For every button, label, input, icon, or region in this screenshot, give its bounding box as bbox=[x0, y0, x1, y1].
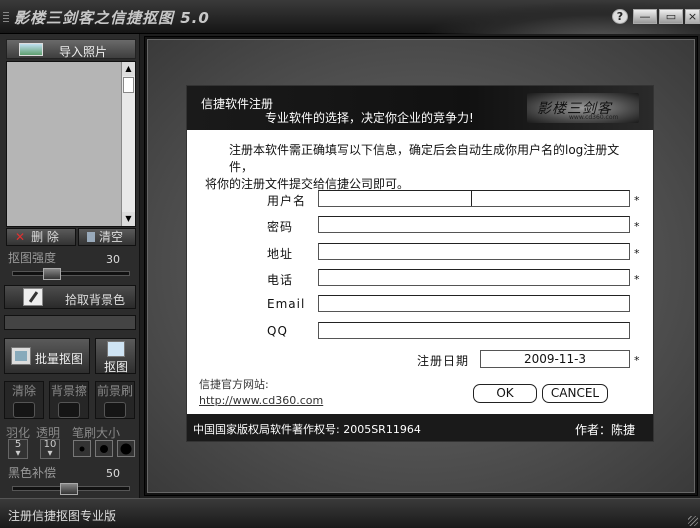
brush-small-button[interactable] bbox=[73, 440, 91, 457]
help-button[interactable]: ? bbox=[612, 9, 628, 24]
official-site-link[interactable]: http://www.cd360.com bbox=[199, 394, 323, 407]
dialog-footer: 中国国家版权局软件著作权号: 2005SR11964 作者：陈捷 bbox=[187, 414, 653, 441]
address-required: * bbox=[634, 247, 640, 260]
registration-dialog: 信捷软件注册 专业软件的选择，决定你企业的竞争力! 影楼三剑客 www.cd36… bbox=[186, 85, 654, 442]
foreground-brush-tool[interactable]: 前景刷 bbox=[95, 381, 135, 419]
brush-icon bbox=[104, 402, 126, 418]
pick-background-color-button[interactable]: 拾取背景色 bbox=[4, 285, 136, 309]
title-bar[interactable]: 影楼三剑客之信捷抠图 5.0 ? — ▭ × bbox=[0, 0, 700, 34]
registration-date-input[interactable]: 2009-11-3 bbox=[480, 350, 630, 368]
brush-medium-button[interactable] bbox=[95, 440, 113, 457]
phone-label: 电话 bbox=[267, 273, 294, 287]
cutout-label: 抠图 bbox=[104, 360, 129, 374]
strength-value: 30 bbox=[106, 253, 120, 266]
phone-input[interactable] bbox=[318, 269, 630, 286]
brush-large-button[interactable] bbox=[117, 440, 135, 457]
intro-line-1: 注册本软件需正确填写以下信息，确定后会自动生成你用户名的log注册文件， bbox=[229, 143, 620, 174]
strength-label: 抠图强度 bbox=[8, 251, 57, 265]
official-site-label: 信捷官方网站: bbox=[199, 378, 269, 391]
username-required: * bbox=[634, 194, 640, 207]
pick-background-label: 拾取背景色 bbox=[65, 293, 126, 307]
registration-date-label: 注册日期 bbox=[417, 354, 470, 368]
feather-stepper[interactable]: 5 ▾ bbox=[8, 439, 28, 459]
scroll-down-icon[interactable]: ▼ bbox=[122, 212, 135, 226]
import-photos-label: 导入照片 bbox=[59, 45, 108, 59]
password-required: * bbox=[634, 220, 640, 233]
strength-slider[interactable] bbox=[12, 268, 130, 280]
clear-label: 清空 bbox=[99, 230, 124, 244]
bg-eraser-icon bbox=[58, 402, 80, 418]
transparency-value: 10 bbox=[43, 439, 57, 450]
cutout-icon bbox=[107, 341, 125, 357]
brush-size-label: 笔刷大小 bbox=[72, 426, 121, 440]
eyedropper-icon bbox=[23, 288, 43, 306]
delete-icon: ✕ bbox=[15, 230, 26, 244]
minimize-button[interactable]: — bbox=[633, 9, 657, 24]
qq-label: QQ bbox=[267, 324, 288, 338]
erase-tool[interactable]: 清除 bbox=[4, 381, 44, 419]
author-text: 作者：陈捷 bbox=[575, 423, 636, 437]
dialog-slogan: 专业软件的选择，决定你企业的竞争力! bbox=[265, 111, 474, 125]
background-eraser-label: 背景擦 bbox=[50, 384, 87, 398]
batch-cutout-button[interactable]: 批量抠图 bbox=[4, 338, 90, 374]
password-label: 密码 bbox=[267, 220, 294, 234]
trash-icon bbox=[87, 232, 95, 242]
strength-slider-knob[interactable] bbox=[43, 268, 61, 280]
app-title: 影楼三剑客之信捷抠图 5.0 bbox=[14, 9, 210, 27]
dialog-title: 信捷软件注册 bbox=[201, 97, 274, 111]
status-bar: 注册信捷抠图专业版 bbox=[0, 498, 700, 528]
photo-icon bbox=[19, 43, 43, 56]
logo-url: www.cd360.com bbox=[569, 114, 619, 121]
feather-value: 5 bbox=[14, 439, 22, 450]
erase-tool-label: 清除 bbox=[11, 384, 36, 398]
resize-grip-icon[interactable] bbox=[688, 516, 698, 526]
eraser-icon bbox=[13, 402, 35, 418]
black-compensation-value: 50 bbox=[106, 467, 120, 480]
close-button[interactable]: × bbox=[685, 9, 700, 24]
photo-list[interactable]: ▲ ▼ bbox=[6, 61, 136, 227]
black-compensation-label: 黑色补偿 bbox=[8, 466, 57, 480]
black-compensation-knob[interactable] bbox=[60, 483, 78, 495]
foreground-brush-label: 前景刷 bbox=[96, 384, 133, 398]
qq-input[interactable] bbox=[318, 322, 630, 339]
dialog-intro: 注册本软件需正确填写以下信息，确定后会自动生成你用户名的log注册文件， 将你的… bbox=[203, 142, 643, 193]
scroll-thumb[interactable] bbox=[123, 77, 134, 93]
transparency-stepper[interactable]: 10 ▾ bbox=[40, 439, 60, 459]
email-label: Email bbox=[267, 297, 306, 311]
brand-logo: 影楼三剑客 www.cd360.com bbox=[527, 93, 639, 123]
batch-icon bbox=[11, 347, 31, 365]
status-text: 注册信捷抠图专业版 bbox=[8, 509, 117, 523]
username-input[interactable] bbox=[318, 190, 630, 207]
address-input[interactable] bbox=[318, 243, 630, 260]
address-label: 地址 bbox=[267, 247, 294, 261]
delete-button[interactable]: ✕ 删 除 bbox=[6, 228, 76, 246]
username-label: 用户名 bbox=[267, 194, 307, 208]
background-color-swatch bbox=[4, 315, 136, 330]
registration-date-required: * bbox=[634, 354, 640, 367]
cutout-button[interactable]: 抠图 bbox=[95, 338, 136, 374]
left-panel: 导入照片 ▲ ▼ ✕ 删 除 清空 抠图强度 30 拾取背景色 批量抠图 抠图 清… bbox=[0, 34, 140, 498]
copyright-text: 中国国家版权局软件著作权号: 2005SR11964 bbox=[193, 423, 421, 436]
grip-icon bbox=[3, 12, 9, 22]
background-eraser-tool[interactable]: 背景擦 bbox=[49, 381, 89, 419]
ok-button[interactable]: OK bbox=[473, 384, 537, 403]
photo-list-scrollbar[interactable]: ▲ ▼ bbox=[121, 62, 135, 226]
title-decoration bbox=[420, 0, 700, 34]
batch-cutout-label: 批量抠图 bbox=[35, 352, 84, 366]
maximize-button[interactable]: ▭ bbox=[659, 9, 683, 24]
phone-required: * bbox=[634, 273, 640, 286]
scroll-up-icon[interactable]: ▲ bbox=[122, 62, 135, 76]
import-photos-button[interactable]: 导入照片 bbox=[6, 39, 136, 59]
clear-button[interactable]: 清空 bbox=[78, 228, 136, 246]
cancel-button[interactable]: CANCEL bbox=[542, 384, 608, 403]
dialog-header: 信捷软件注册 专业软件的选择，决定你企业的竞争力! 影楼三剑客 www.cd36… bbox=[187, 86, 653, 130]
delete-label: 删 除 bbox=[31, 230, 59, 244]
password-input[interactable] bbox=[318, 216, 630, 233]
black-compensation-slider[interactable] bbox=[12, 483, 130, 495]
email-input[interactable] bbox=[318, 295, 630, 312]
